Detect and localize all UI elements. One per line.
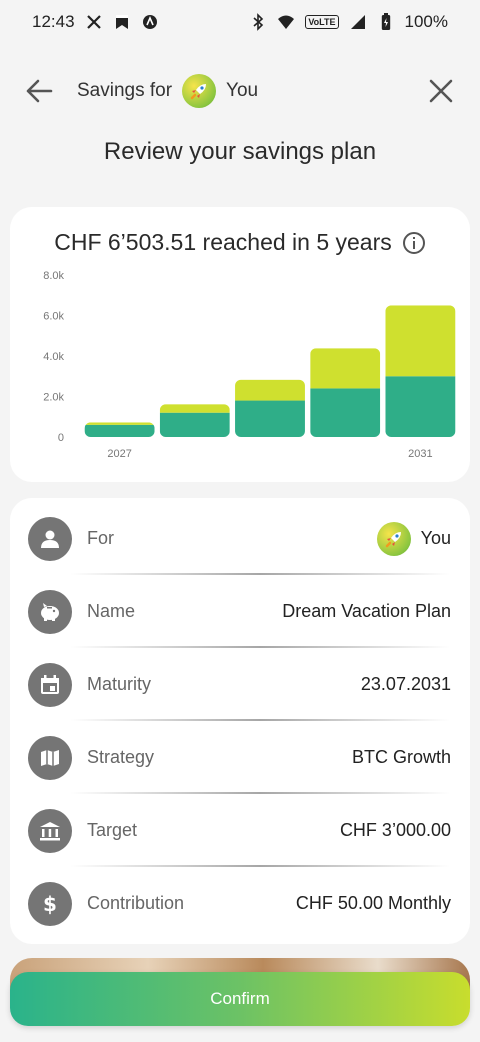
arrow-left-icon	[26, 79, 53, 103]
detail-value: CHF 3’000.00	[339, 820, 451, 840]
y-tick-label: 0	[58, 432, 64, 444]
detail-value: You	[376, 521, 451, 556]
bar-segment-2027-1	[84, 422, 155, 425]
status-right: VoLTE 100%	[249, 12, 448, 32]
plan-details-card: For You Name Dream Vacation Plan Maturit…	[10, 498, 470, 944]
svg-text:$: $	[43, 892, 57, 916]
detail-value: BTC Growth	[351, 747, 451, 767]
header-title: Savings for You	[77, 74, 258, 108]
bar-segment-2031-1	[385, 305, 456, 377]
chart-headline: CHF 6’503.51 reached in 5 years	[10, 229, 470, 256]
bar-segment-2030-1	[310, 348, 381, 389]
detail-row-target: Target CHF 3’000.00	[10, 794, 470, 867]
detail-value: CHF 50.00 Monthly	[295, 893, 451, 913]
bar-stack-2030	[310, 348, 381, 437]
detail-value: Dream Vacation Plan	[282, 601, 451, 621]
info-icon[interactable]	[402, 231, 426, 255]
status-left: 12:43	[32, 12, 159, 32]
status-time: 12:43	[32, 12, 75, 31]
bookmark-icon	[113, 13, 131, 31]
person-icon	[28, 516, 72, 561]
bar-segment-2028-0	[159, 412, 230, 437]
page-title: Review your savings plan	[103, 138, 377, 165]
detail-label: Strategy	[87, 747, 155, 767]
y-tick-label: 4.0k	[43, 351, 64, 363]
detail-label: Target	[87, 820, 138, 840]
circle-a-icon	[141, 13, 159, 31]
y-tick-label: 2.0k	[43, 392, 64, 404]
savings-bar-chart: 0 2.0k 4.0k 6.0k 8.0k 2027 2031	[43, 270, 456, 460]
bar-stack-2031	[385, 305, 456, 437]
detail-row-contribution: $ Contribution CHF 50.00 Monthly	[10, 867, 470, 940]
bar-segment-2027-0	[84, 424, 155, 437]
back-button[interactable]	[22, 74, 56, 108]
detail-label: Name	[87, 601, 136, 621]
map-icon	[28, 735, 72, 780]
chart-headline-text: CHF 6’503.51 reached in 5 years	[54, 229, 392, 255]
x-app-icon	[85, 13, 103, 31]
detail-value-text: You	[420, 528, 451, 548]
bar-stack-2027	[84, 422, 155, 437]
y-tick-label: 6.0k	[43, 311, 64, 323]
detail-row-strategy: Strategy BTC Growth	[10, 721, 470, 794]
detail-label: Maturity	[87, 674, 152, 694]
header-title-prefix: Savings for	[77, 80, 173, 101]
detail-label: Contribution	[87, 893, 185, 913]
bar-stack-2028	[159, 404, 230, 437]
detail-row-for: For You	[10, 502, 470, 575]
battery-icon	[377, 13, 395, 31]
detail-row-name: Name Dream Vacation Plan	[10, 575, 470, 648]
x-tick-label: 2031	[408, 448, 432, 460]
rocket-avatar-icon	[182, 74, 217, 108]
wifi-icon	[277, 13, 295, 31]
detail-label: For	[87, 528, 114, 548]
bar-segment-2028-1	[159, 404, 230, 413]
bar-segment-2029-0	[235, 400, 305, 437]
close-button[interactable]	[424, 74, 458, 108]
bar-segment-2029-1	[235, 379, 305, 401]
detail-value: 23.07.2031	[360, 674, 451, 694]
x-tick-label: 2027	[107, 448, 131, 460]
bar-segment-2030-0	[310, 388, 381, 437]
bar-stack-2029	[235, 379, 305, 437]
battery-percent: 100%	[404, 12, 448, 31]
dollar-icon: $	[28, 881, 72, 926]
calendar-icon	[28, 662, 72, 707]
top-bar: Savings for You	[0, 66, 480, 116]
detail-row-maturity: Maturity 23.07.2031	[10, 648, 470, 721]
signal-icon	[349, 13, 367, 31]
header-title-name: You	[226, 80, 259, 101]
status-bar: 12:43 VoLTE 100%	[0, 0, 480, 44]
volte-badge: VoLTE	[305, 15, 339, 29]
bluetooth-icon	[249, 13, 267, 31]
chart-card: CHF 6’503.51 reached in 5 years 0 2.0k 4.0…	[10, 207, 470, 482]
close-icon	[429, 79, 453, 103]
y-tick-label: 8.0k	[43, 270, 64, 282]
bar-segment-2031-0	[385, 376, 456, 437]
bank-icon	[28, 808, 72, 853]
piggy-bank-icon	[28, 589, 72, 634]
rocket-avatar-icon	[376, 521, 411, 556]
confirm-button[interactable]: Confirm	[10, 972, 470, 1026]
